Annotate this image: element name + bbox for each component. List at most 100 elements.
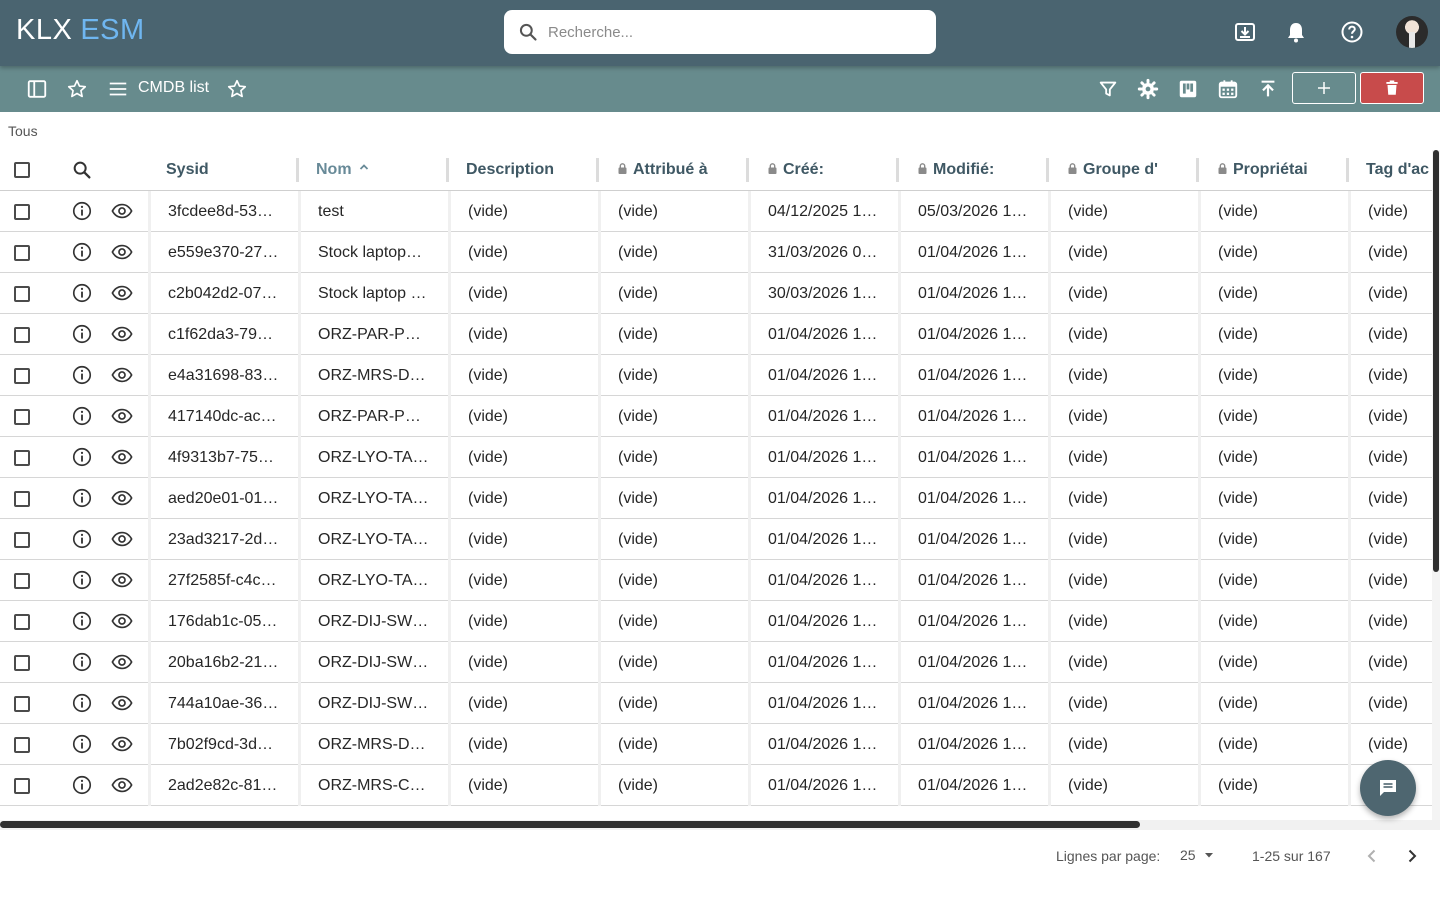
cell-nom[interactable]: test — [318, 203, 436, 221]
cell-nom[interactable]: Stock laptop … — [318, 285, 436, 303]
table-row[interactable]: 4f9313b7-75… ORZ-LYO-TA… (vide) (vide) 01/04… — [0, 437, 1432, 478]
table-row[interactable]: e4a31698-83… ORZ-MRS-D… (vide) (vide) 01/04/… — [0, 355, 1432, 396]
table-row[interactable]: 20ba16b2-21… ORZ-DIJ-SW… (vide) (vide) 01/04… — [0, 642, 1432, 683]
export-button[interactable] — [1256, 77, 1280, 101]
table-row[interactable]: 7b02f9cd-3d… ORZ-MRS-D… (vide) (vide) 01/04/… — [0, 724, 1432, 765]
column-header-cree[interactable]: Créé: — [768, 161, 824, 179]
eye-icon[interactable] — [110, 282, 134, 304]
app-logo[interactable]: KLX ESM — [16, 14, 145, 47]
download-button[interactable] — [1231, 18, 1259, 46]
table-row[interactable]: 23ad3217-2d… ORZ-LYO-TA… (vide) (vide) 01/04… — [0, 519, 1432, 560]
column-header-tag[interactable]: Tag d'ac — [1366, 161, 1429, 179]
calendar-view-button[interactable] — [1216, 77, 1240, 101]
user-avatar[interactable] — [1396, 16, 1428, 48]
row-checkbox[interactable] — [14, 737, 30, 753]
cell-nom[interactable]: ORZ-DIJ-SW… — [318, 613, 436, 631]
info-icon[interactable] — [71, 364, 93, 386]
vertical-scroll-thumb[interactable] — [1433, 150, 1439, 572]
column-header-sysid[interactable]: Sysid — [166, 161, 209, 179]
table-row[interactable]: c1f62da3-79… ORZ-PAR-P… (vide) (vide) 01/04/… — [0, 314, 1432, 355]
horizontal-scrollbar[interactable] — [0, 820, 1440, 830]
active-filter-label[interactable]: Tous — [8, 123, 38, 139]
column-resizer[interactable] — [1346, 158, 1349, 182]
info-icon[interactable] — [71, 487, 93, 509]
favorite-list-button[interactable] — [225, 77, 249, 101]
column-resizer[interactable] — [296, 158, 299, 182]
cell-nom[interactable]: ORZ-LYO-TA… — [318, 490, 436, 508]
info-icon[interactable] — [71, 241, 93, 263]
eye-icon[interactable] — [110, 569, 134, 591]
eye-icon[interactable] — [110, 733, 134, 755]
notifications-button[interactable] — [1282, 18, 1310, 46]
help-button[interactable] — [1338, 18, 1366, 46]
eye-icon[interactable] — [110, 692, 134, 714]
table-row[interactable]: 176dab1c-05… ORZ-DIJ-SW… (vide) (vide) 01/04… — [0, 601, 1432, 642]
rows-per-page-select[interactable]: 25 — [1180, 847, 1216, 863]
column-resizer[interactable] — [1046, 158, 1049, 182]
list-menu-button[interactable] — [106, 77, 130, 101]
column-resizer[interactable] — [1196, 158, 1199, 182]
favorite-button[interactable] — [65, 77, 89, 101]
list-title[interactable]: CMDB list — [138, 79, 209, 97]
sidebar-toggle-button[interactable] — [25, 77, 49, 101]
cell-nom[interactable]: ORZ-DIJ-SW… — [318, 695, 436, 713]
eye-icon[interactable] — [110, 610, 134, 632]
table-row[interactable]: c2b042d2-07… Stock laptop … (vide) (vide) 30… — [0, 273, 1432, 314]
row-checkbox[interactable] — [14, 491, 30, 507]
info-icon[interactable] — [71, 200, 93, 222]
row-checkbox[interactable] — [14, 532, 30, 548]
eye-icon[interactable] — [110, 241, 134, 263]
info-icon[interactable] — [71, 733, 93, 755]
column-header-groupe[interactable]: Groupe d' — [1068, 161, 1158, 179]
cell-nom[interactable]: ORZ-MRS-D… — [318, 367, 436, 385]
eye-icon[interactable] — [110, 651, 134, 673]
horizontal-scroll-thumb[interactable] — [0, 821, 1140, 828]
column-resizer[interactable] — [746, 158, 749, 182]
cell-nom[interactable]: ORZ-LYO-TA… — [318, 531, 436, 549]
row-checkbox[interactable] — [14, 450, 30, 466]
chat-button[interactable] — [1360, 760, 1416, 816]
eye-icon[interactable] — [110, 446, 134, 468]
global-search[interactable] — [504, 10, 936, 54]
info-icon[interactable] — [71, 610, 93, 632]
cell-nom[interactable]: ORZ-LYO-TA… — [318, 572, 436, 590]
column-header-nom[interactable]: Nom — [316, 161, 370, 179]
table-row[interactable]: aed20e01-01… ORZ-LYO-TA… (vide) (vide) 01/04… — [0, 478, 1432, 519]
next-page-button[interactable] — [1400, 844, 1424, 868]
search-input[interactable] — [548, 23, 918, 41]
eye-icon[interactable] — [110, 405, 134, 427]
info-icon[interactable] — [71, 323, 93, 345]
eye-icon[interactable] — [110, 528, 134, 550]
eye-icon[interactable] — [110, 200, 134, 222]
eye-icon[interactable] — [110, 487, 134, 509]
info-icon[interactable] — [71, 651, 93, 673]
table-row[interactable]: 744a10ae-36… ORZ-DIJ-SW… (vide) (vide) 01/04… — [0, 683, 1432, 724]
column-header-proprietaire[interactable]: Propriétai — [1218, 161, 1308, 179]
column-header-description[interactable]: Description — [466, 161, 554, 179]
eye-icon[interactable] — [110, 323, 134, 345]
column-resizer[interactable] — [446, 158, 449, 182]
table-row[interactable]: 27f2585f-c4c… ORZ-LYO-TA… (vide) (vide) 01/0… — [0, 560, 1432, 601]
cell-nom[interactable]: ORZ-MRS-D… — [318, 736, 436, 754]
cell-nom[interactable]: ORZ-MRS-C… — [318, 777, 436, 795]
search-icon[interactable] — [71, 159, 93, 181]
row-checkbox[interactable] — [14, 655, 30, 671]
row-checkbox[interactable] — [14, 409, 30, 425]
info-icon[interactable] — [71, 569, 93, 591]
row-checkbox[interactable] — [14, 368, 30, 384]
row-checkbox[interactable] — [14, 778, 30, 794]
info-icon[interactable] — [71, 282, 93, 304]
settings-button[interactable] — [1136, 77, 1160, 101]
cell-nom[interactable]: ORZ-LYO-TA… — [318, 449, 436, 467]
row-checkbox[interactable] — [14, 204, 30, 220]
row-checkbox[interactable] — [14, 614, 30, 630]
cell-nom[interactable]: ORZ-PAR-P… — [318, 326, 436, 344]
eye-icon[interactable] — [110, 364, 134, 386]
table-row[interactable]: e559e370-27… Stock laptop… (vide) (vide) 31/… — [0, 232, 1432, 273]
select-all-checkbox[interactable] — [14, 162, 30, 178]
column-header-modifie[interactable]: Modifié: — [918, 161, 994, 179]
table-row[interactable]: 2ad2e82c-81… ORZ-MRS-C… (vide) (vide) 01/04/… — [0, 765, 1432, 806]
add-button[interactable] — [1292, 72, 1356, 104]
table-row[interactable]: 3fcdee8d-53… test (vide) (vide) 04/12/2025 1… — [0, 191, 1432, 232]
column-resizer[interactable] — [896, 158, 899, 182]
